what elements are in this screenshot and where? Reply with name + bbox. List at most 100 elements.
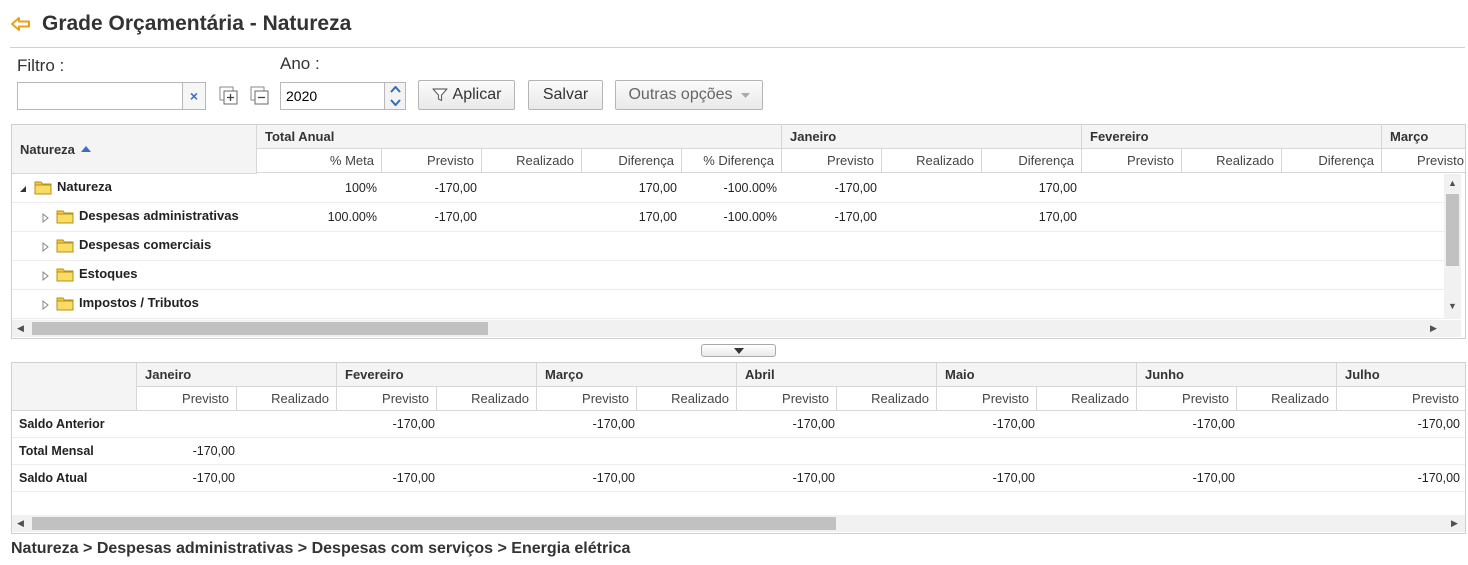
table-row[interactable]: Impostos / Tributos xyxy=(12,290,1444,319)
filter-label: Filtro : xyxy=(17,56,65,75)
subheader-realizado: Realizado xyxy=(637,387,737,411)
month-header: Março xyxy=(537,363,737,387)
table-row[interactable]: Total Mensal -170,00 xyxy=(12,438,1465,465)
month-header: Fevereiro xyxy=(337,363,537,387)
month-header: Julho xyxy=(1337,363,1465,387)
subheader-previsto: Previsto xyxy=(1137,387,1237,411)
col-header-janeiro: Janeiro xyxy=(782,125,1082,149)
other-options-label: Outras opções xyxy=(628,86,733,103)
subheader-previsto: Previsto xyxy=(137,387,237,411)
tree-node[interactable]: Despesas comerciais xyxy=(40,237,211,253)
year-input[interactable] xyxy=(280,82,385,110)
filter-funnel-icon xyxy=(431,88,448,102)
cell-diferenca: 170,00 xyxy=(638,181,677,195)
tree-node[interactable]: Natureza xyxy=(18,179,112,195)
title-bar: Grade Orçamentária - Natureza xyxy=(10,10,351,38)
collapsed-node-icon[interactable] xyxy=(40,269,50,281)
scroll-left-icon[interactable]: ◀ xyxy=(12,320,29,337)
scroll-up-icon[interactable]: ▲ xyxy=(1444,174,1461,191)
cell-previsto: -170,00 xyxy=(992,471,1035,485)
scroll-down-icon[interactable]: ▼ xyxy=(1444,297,1461,314)
tree-node[interactable]: Impostos / Tributos xyxy=(40,295,199,311)
title-divider xyxy=(10,47,1465,48)
tree-node[interactable]: Despesas administrativas xyxy=(40,208,239,224)
cell-meta: 100.00% xyxy=(327,210,377,224)
cell-previsto: -170,00 xyxy=(392,471,435,485)
cell-previsto: -170,00 xyxy=(592,417,635,431)
horizontal-scrollbar[interactable]: ◀ ▶ xyxy=(12,320,1461,337)
table-row[interactable]: Despesas comerciais xyxy=(12,232,1444,261)
subheader-previsto: Previsto xyxy=(337,387,437,411)
year-spinner[interactable] xyxy=(385,82,406,110)
subheader-realizado: Realizado xyxy=(1037,387,1137,411)
subheader-jan-diferenca: Diferença xyxy=(982,149,1082,173)
cell-jan-dif: 170,00 xyxy=(1038,181,1077,195)
col-header-natureza[interactable]: Natureza xyxy=(12,125,257,174)
subheader-jan-realizado: Realizado xyxy=(882,149,982,173)
table-row[interactable]: Despesas administrativas 100.00% -170,00 17… xyxy=(12,203,1444,232)
filter-input[interactable] xyxy=(17,82,183,110)
folder-icon xyxy=(34,179,52,195)
subheader-fev-diferenca: Diferença xyxy=(1282,149,1382,173)
cell-previsto: -170,00 xyxy=(1417,471,1460,485)
natureza-grid: Natureza Total Anual Janeiro Fevereiro M… xyxy=(11,124,1466,339)
cell-previsto: -170,00 xyxy=(1192,471,1235,485)
subheader-previsto: Previsto xyxy=(537,387,637,411)
table-row[interactable]: Estoques xyxy=(12,261,1444,290)
bottom-horizontal-scrollbar[interactable]: ◀ ▶ xyxy=(12,515,1465,532)
spin-down-icon[interactable] xyxy=(385,96,405,109)
cell-previsto: -170,00 xyxy=(192,471,235,485)
cell-meta: 100% xyxy=(345,181,377,195)
tree-node[interactable]: Estoques xyxy=(40,266,138,282)
subheader-fev-previsto: Previsto xyxy=(1082,149,1182,173)
clear-filter-button[interactable]: × xyxy=(183,82,206,110)
bottom-scroll-right-icon[interactable]: ▶ xyxy=(1446,515,1463,532)
collapse-all-icon[interactable] xyxy=(249,85,271,107)
expand-all-icon[interactable] xyxy=(218,85,240,107)
sort-ascending-icon xyxy=(80,145,91,152)
table-row[interactable]: Natureza 100% -170,00 170,00 -100.00% -170,00… xyxy=(12,174,1444,203)
expanded-node-icon[interactable] xyxy=(18,182,28,192)
vertical-scroll-thumb[interactable] xyxy=(1446,194,1459,266)
cell-pct-dif: -100.00% xyxy=(723,181,777,195)
cell-previsto: -170,00 xyxy=(992,417,1035,431)
tree-node-label: Impostos / Tributos xyxy=(79,295,199,310)
clear-icon: × xyxy=(189,88,199,104)
save-button[interactable]: Salvar xyxy=(528,80,603,110)
table-row[interactable]: Saldo Atual -170,00 -170,00 -170,00 -170,00 -… xyxy=(12,465,1465,492)
row-label: Saldo Atual xyxy=(19,471,88,485)
cell-previsto: -170,00 xyxy=(1192,417,1235,431)
scroll-right-icon[interactable]: ▶ xyxy=(1425,320,1442,337)
collapsed-node-icon[interactable] xyxy=(40,298,50,310)
subheader-jan-previsto: Previsto xyxy=(782,149,882,173)
vertical-scrollbar[interactable]: ▲ ▼ xyxy=(1444,174,1461,319)
apply-button[interactable]: Aplicar xyxy=(418,80,515,110)
save-label: Salvar xyxy=(542,86,589,103)
back-arrow-icon[interactable] xyxy=(10,15,32,33)
subheader-realizado: Realizado xyxy=(1237,387,1337,411)
subheader-mar-previsto: Previsto xyxy=(1382,149,1465,173)
subheader-realizado: Realizado xyxy=(237,387,337,411)
col-header-total-anual: Total Anual xyxy=(257,125,782,149)
cell-previsto: -170,00 xyxy=(392,417,435,431)
page-title: Grade Orçamentária - Natureza xyxy=(42,12,352,35)
table-row[interactable]: Saldo Anterior -170,00 -170,00 -170,00 -170,… xyxy=(12,411,1465,438)
cell-jan-dif: 170,00 xyxy=(1038,210,1077,224)
row-label: Total Mensal xyxy=(19,444,94,458)
spin-up-icon[interactable] xyxy=(385,83,405,96)
chevron-down-icon xyxy=(740,92,750,98)
bottom-scroll-left-icon[interactable]: ◀ xyxy=(12,515,29,532)
month-header: Janeiro xyxy=(137,363,337,387)
subheader-previsto: Previsto xyxy=(382,149,482,173)
pane-splitter[interactable] xyxy=(701,344,776,357)
other-options-button[interactable]: Outras opções xyxy=(615,80,763,110)
collapsed-node-icon[interactable] xyxy=(40,211,50,223)
collapsed-node-icon[interactable] xyxy=(40,240,50,252)
horizontal-scroll-thumb[interactable] xyxy=(32,322,488,335)
cell-previsto: -170,00 xyxy=(1417,417,1460,431)
subheader-previsto: Previsto xyxy=(737,387,837,411)
col-header-fevereiro: Fevereiro xyxy=(1082,125,1382,149)
cell-previsto: -170,00 xyxy=(192,444,235,458)
bottom-horizontal-scroll-thumb[interactable] xyxy=(32,517,836,530)
cell-previsto: -170,00 xyxy=(592,471,635,485)
